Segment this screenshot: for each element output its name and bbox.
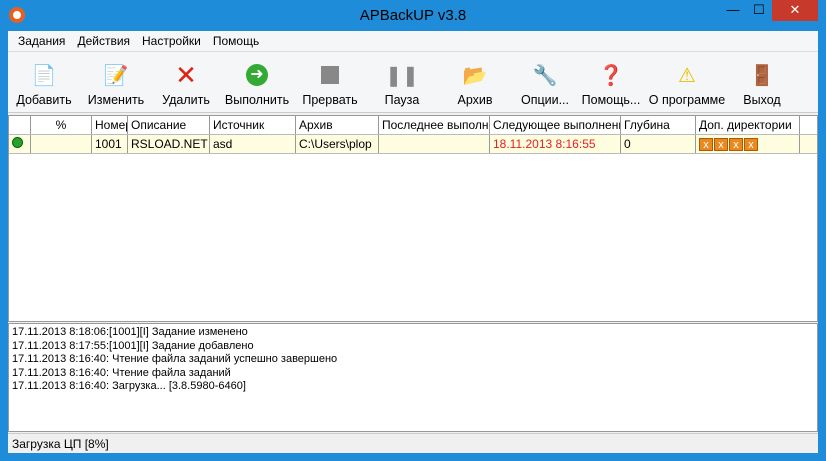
delete-icon: ✕ — [175, 59, 197, 90]
window-title: APBackUP v3.8 — [359, 7, 467, 24]
archive-folder-icon: 📂 — [462, 64, 488, 87]
table-row[interactable]: 1001 RSLOAD.NET asd C:\Users\plop 18.11.… — [9, 135, 817, 154]
help-icon: ❓ — [598, 64, 624, 87]
run-label: Выполнить — [224, 93, 290, 107]
archive-button[interactable]: 📂 Архив — [438, 52, 512, 112]
next-run-cell: 18.11.2013 8:16:55 — [490, 135, 621, 153]
depth-cell: 0 — [621, 135, 696, 153]
cpu-status: Загрузка ЦП [8%] — [12, 437, 109, 451]
app-window: APBackUP v3.8 — ☐ ✕ Задания Действия Нас… — [0, 0, 826, 461]
log-panel[interactable]: 17.11.2013 8:18:06:[1001][I] Задание изм… — [8, 323, 818, 432]
menu-tasks[interactable]: Задания — [12, 31, 71, 51]
description-cell: RSLOAD.NET — [128, 135, 210, 153]
pause-label: Пауза — [384, 93, 420, 107]
add-label: Добавить — [16, 93, 72, 107]
last-run-cell — [379, 135, 490, 153]
log-line: 17.11.2013 8:16:40: Чтение файла заданий — [12, 366, 231, 379]
edit-button[interactable]: 📝 Изменить — [80, 52, 152, 112]
toolbar: 📄 Добавить 📝 Изменить ✕ Удалить ➜ Выполнить … — [8, 51, 818, 113]
edit-label: Изменить — [87, 93, 145, 107]
log-line: 17.11.2013 8:16:40: Чтение файла заданий… — [12, 353, 338, 365]
archive-label: Архив — [457, 93, 493, 107]
source-cell: asd — [210, 135, 296, 153]
add-task-icon: 📄 — [31, 64, 57, 87]
col-depth[interactable]: Глубина — [621, 116, 696, 134]
exit-label: Выход — [743, 93, 781, 107]
menu-help[interactable]: Помощь — [207, 31, 265, 51]
log-line: 17.11.2013 8:16:40: Загрузка... [3.8.598… — [12, 380, 246, 392]
stop-button[interactable]: Прервать — [294, 52, 366, 112]
about-label: О программе — [648, 93, 726, 107]
about-button[interactable]: ⚠ О программе — [644, 52, 730, 112]
pause-icon: ❚❚ — [385, 64, 419, 87]
options-button[interactable]: 🔧 Опции... — [512, 52, 578, 112]
archive-cell: C:\Users\plop — [296, 135, 379, 153]
delete-button[interactable]: ✕ Удалить — [152, 52, 220, 112]
menu-actions[interactable]: Действия — [71, 31, 136, 51]
exit-button[interactable]: 🚪 Выход — [730, 52, 794, 112]
pause-button[interactable]: ❚❚ Пауза — [366, 52, 438, 112]
stop-label: Прервать — [302, 93, 358, 107]
tasks-table: % Номер Описание Источник Архив Последне… — [8, 115, 818, 322]
help-button[interactable]: ❓ Помощь... — [578, 52, 644, 112]
dir-x-icon: x — [699, 138, 713, 151]
col-percent[interactable]: % — [31, 116, 92, 134]
stop-icon — [318, 63, 342, 87]
menu-bar: Задания Действия Настройки Помощь — [8, 31, 818, 51]
status-cell — [9, 135, 31, 153]
options-label: Опции... — [520, 93, 570, 107]
add-button[interactable]: 📄 Добавить — [8, 52, 80, 112]
percent-cell — [31, 135, 92, 153]
exit-icon: 🚪 — [749, 64, 775, 87]
menu-settings[interactable]: Настройки — [136, 31, 207, 51]
table-header: % Номер Описание Источник Архив Последне… — [9, 116, 817, 135]
about-icon: ⚠ — [678, 64, 696, 87]
col-archive[interactable]: Архив — [296, 116, 379, 134]
title-bar: APBackUP v3.8 — ☐ ✕ — [0, 0, 826, 31]
col-extra-dirs[interactable]: Доп. директории — [696, 116, 800, 134]
col-description[interactable]: Описание — [128, 116, 210, 134]
dir-x-icon: x — [714, 138, 728, 151]
log-line: 17.11.2013 8:18:06:[1001][I] Задание изм… — [12, 326, 248, 338]
run-button[interactable]: ➜ Выполнить — [220, 52, 294, 112]
extra-dirs-cell: xxxx — [696, 135, 800, 153]
status-bar: Загрузка ЦП [8%] — [8, 433, 818, 453]
dir-x-icon: x — [729, 138, 743, 151]
number-cell: 1001 — [92, 135, 128, 153]
options-icon: 🔧 — [532, 64, 558, 87]
col-status[interactable] — [9, 116, 31, 134]
run-icon: ➜ — [245, 63, 269, 87]
delete-label: Удалить — [162, 93, 210, 107]
status-green-icon — [12, 137, 23, 148]
dir-x-icon: x — [744, 138, 758, 151]
col-last-run[interactable]: Последнее выполнение — [379, 116, 490, 134]
minimize-button[interactable]: — — [720, 0, 746, 21]
log-line: 17.11.2013 8:17:55:[1001][I] Задание доб… — [12, 339, 254, 352]
col-next-run[interactable]: Следующее выполнение — [490, 116, 621, 134]
close-button[interactable]: ✕ — [772, 0, 818, 21]
help-label: Помощь... — [581, 93, 641, 107]
col-number[interactable]: Номер — [92, 116, 128, 134]
edit-icon: 📝 — [103, 64, 129, 87]
maximize-button[interactable]: ☐ — [746, 0, 772, 21]
col-source[interactable]: Источник — [210, 116, 296, 134]
